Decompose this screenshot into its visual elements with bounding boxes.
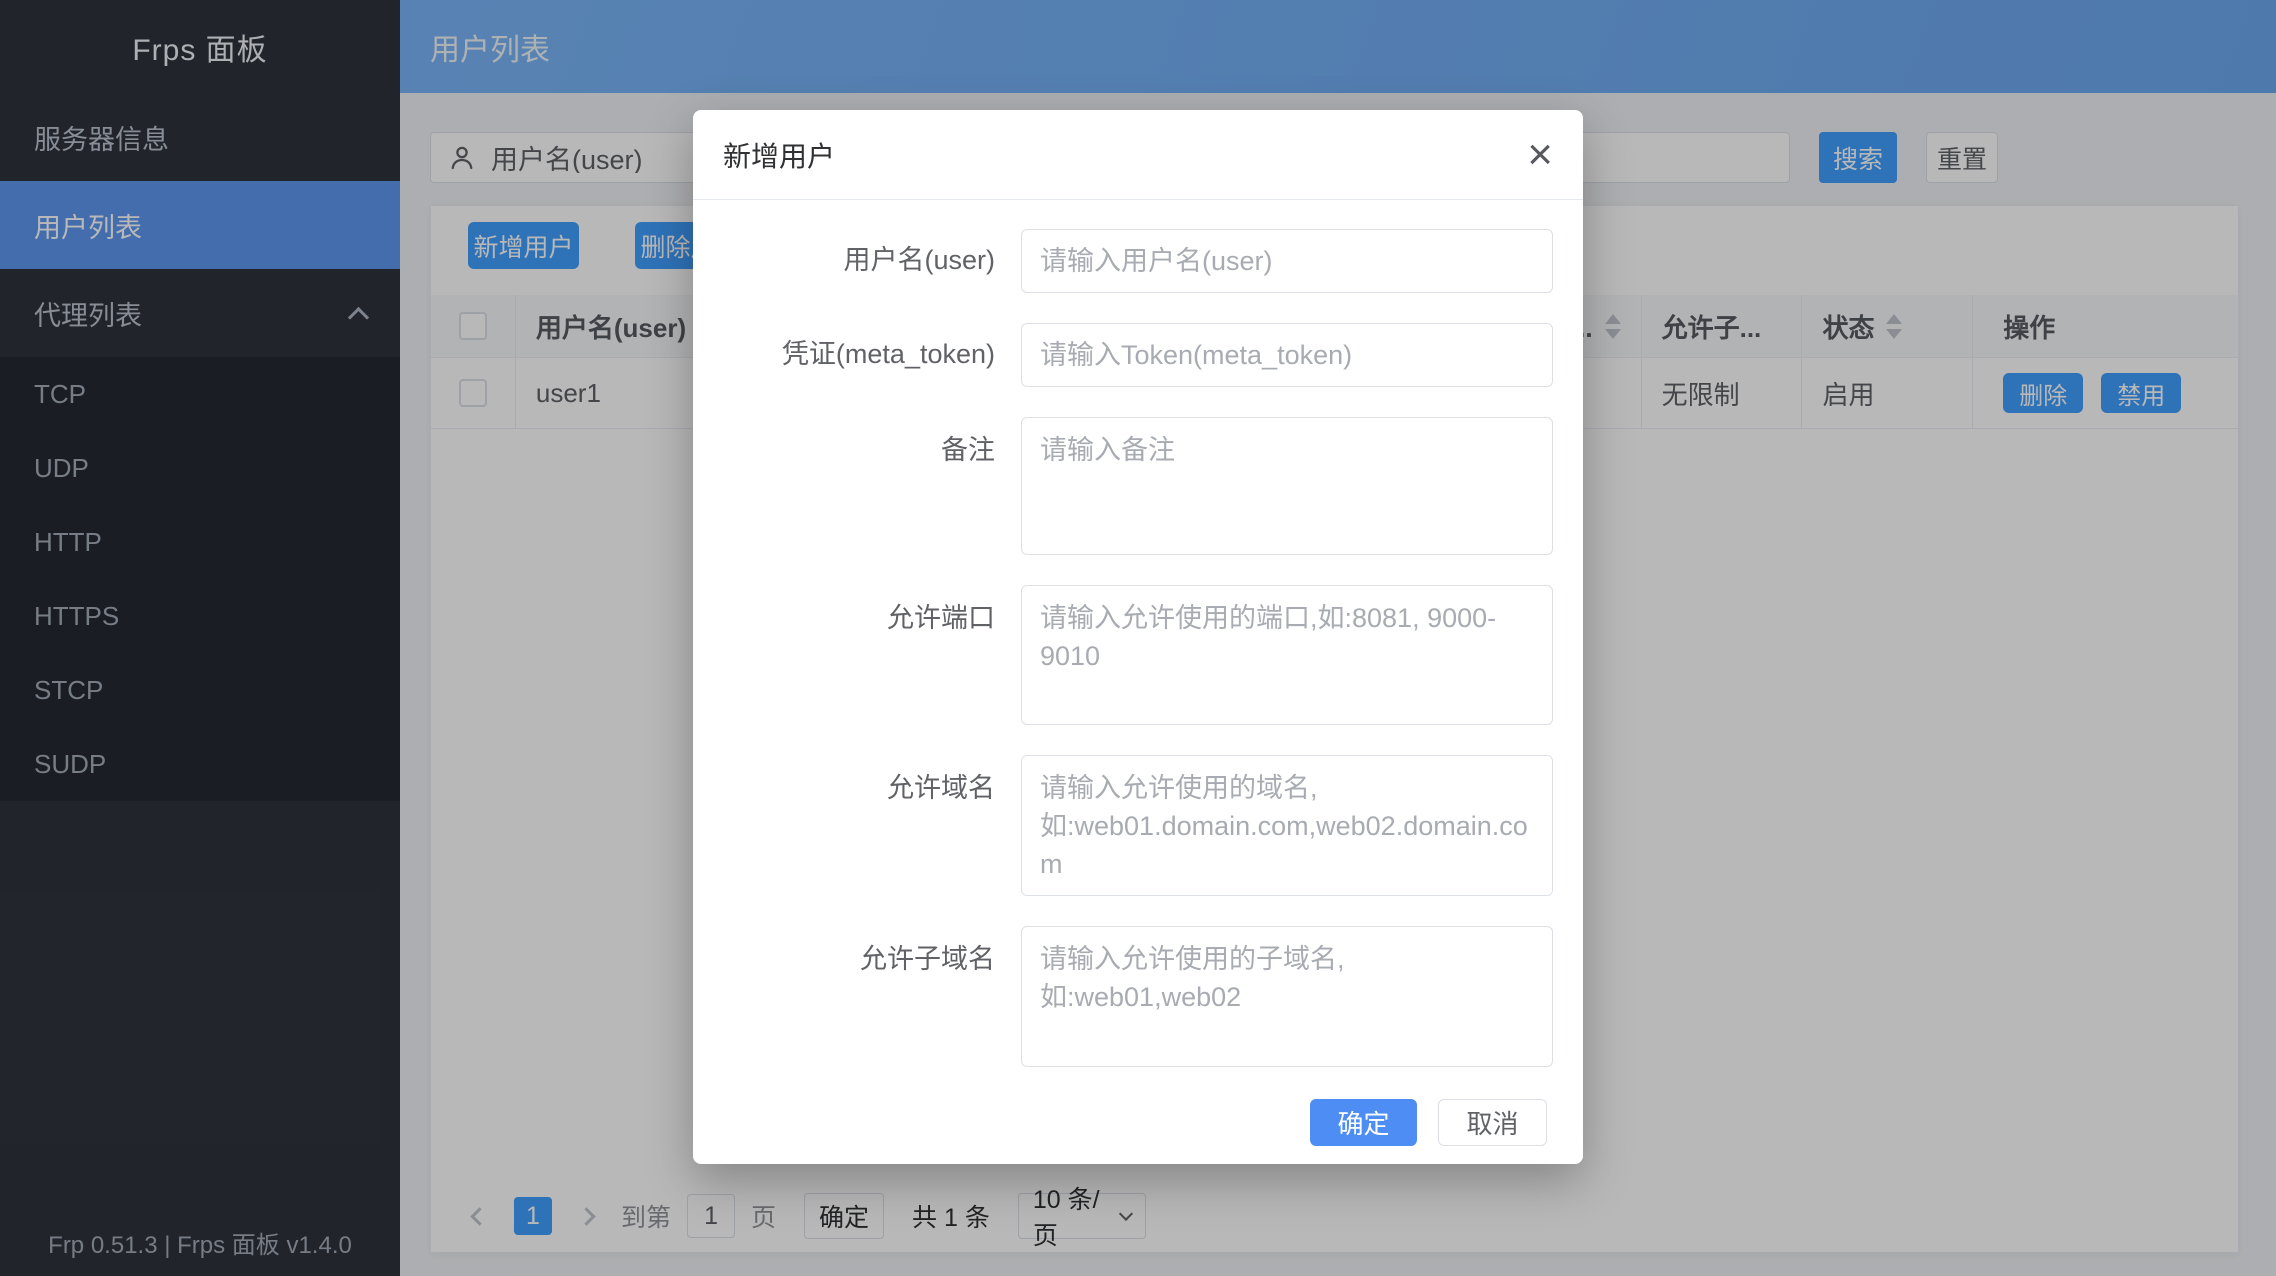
confirm-button[interactable]: 确定 [1310,1099,1417,1146]
form-row-allow-subdomains: 允许子域名 [693,926,1553,1067]
form-row-allow-ports: 允许端口 [693,585,1553,725]
cancel-button[interactable]: 取消 [1438,1099,1547,1146]
token-field[interactable] [1021,323,1553,387]
dialog-footer: 确定 取消 [693,1097,1583,1146]
allow-ports-field[interactable] [1021,585,1553,725]
username-field[interactable] [1021,229,1553,293]
form-row-comment: 备注 [693,417,1553,555]
allow-ports-label: 允许端口 [693,585,995,725]
form-row-username: 用户名(user) [693,229,1553,293]
form-row-token: 凭证(meta_token) [693,323,1553,387]
comment-label: 备注 [693,417,995,555]
close-icon[interactable]: × [1527,133,1553,177]
allow-domains-field[interactable] [1021,755,1553,896]
allow-subdomains-label: 允许子域名 [693,926,995,1067]
comment-field[interactable] [1021,417,1553,555]
app-window: Frps 面板 服务器信息 用户列表 代理列表 TCP UDP HTTP HTT… [0,0,2276,1276]
token-label: 凭证(meta_token) [693,337,995,372]
username-label: 用户名(user) [693,243,995,278]
form-row-allow-domains: 允许域名 [693,755,1553,896]
add-user-dialog: 新增用户 × 用户名(user) 凭证(meta_token) 备注 允许端口 … [693,110,1583,1164]
dialog-header: 新增用户 × [693,110,1583,200]
allow-domains-label: 允许域名 [693,755,995,896]
dialog-title: 新增用户 [723,135,835,175]
allow-subdomains-field[interactable] [1021,926,1553,1067]
dialog-body: 用户名(user) 凭证(meta_token) 备注 允许端口 允许域名 允许… [693,200,1583,1067]
